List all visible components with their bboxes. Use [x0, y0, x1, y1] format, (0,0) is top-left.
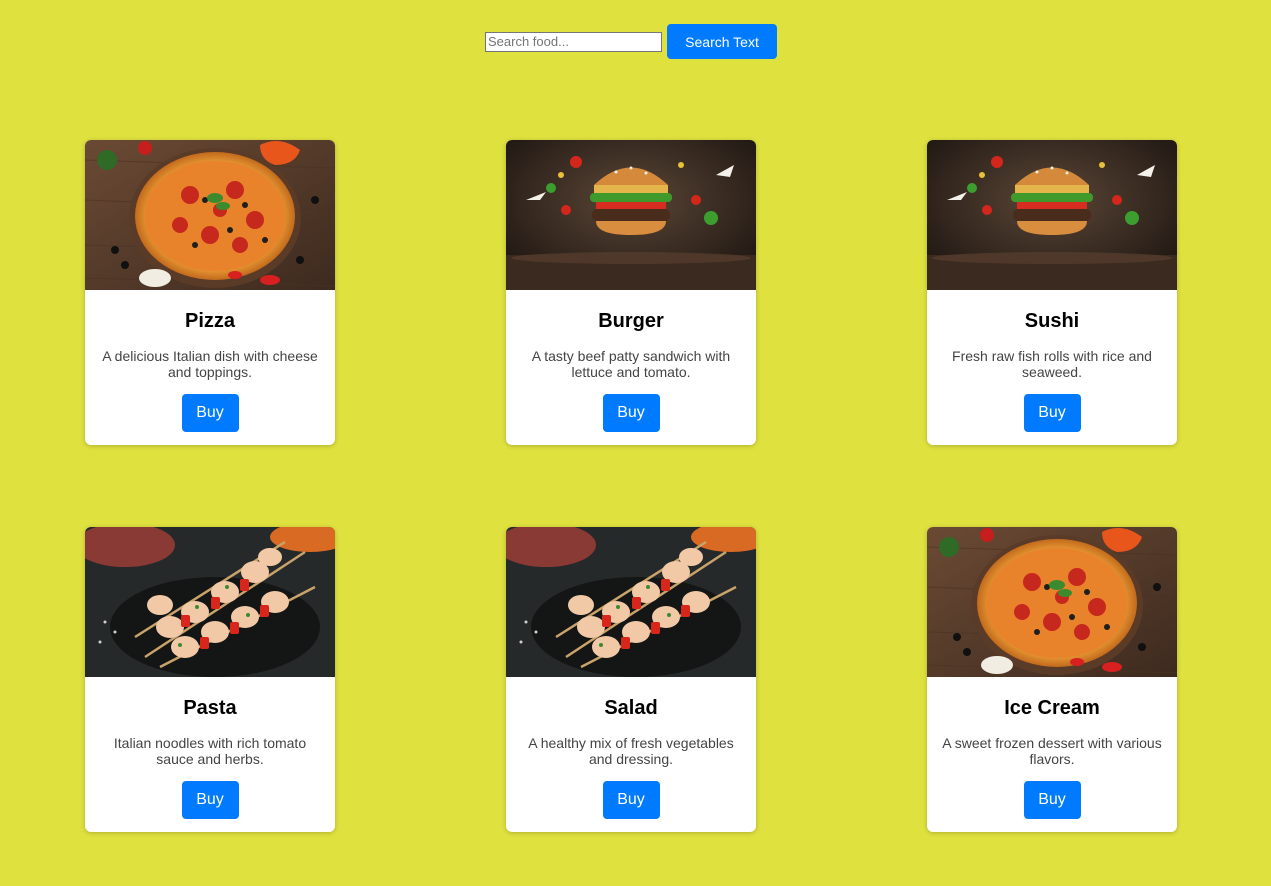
card-title: Salad	[604, 697, 658, 719]
food-card-sushi: Sushi Fresh raw fish rolls with rice and…	[927, 140, 1177, 445]
buy-button[interactable]: Buy	[1023, 394, 1081, 432]
card-description: Fresh raw fish rolls with rice and seawe…	[952, 348, 1152, 380]
card-title: Sushi	[1024, 310, 1080, 332]
card-description: A delicious Italian dish with cheese and…	[102, 348, 318, 380]
card-description: A healthy mix of fresh vegetables and dr…	[528, 735, 734, 767]
card-description: Italian noodles with rich tomato sauce a…	[113, 735, 307, 767]
food-card-pizza: Pizza A delicious Italian dish with chee…	[85, 140, 335, 445]
salad-image	[506, 527, 756, 677]
card-description: A sweet frozen dessert with various flav…	[942, 735, 1162, 767]
food-card-ice-cream: Ice Cream A sweet frozen dessert with va…	[927, 527, 1177, 832]
buy-button[interactable]: Buy	[602, 394, 660, 432]
food-card-pasta: Pasta Italian noodles with rich tomato s…	[85, 527, 335, 832]
buy-button[interactable]: Buy	[181, 781, 239, 819]
burger-image	[506, 140, 756, 290]
buy-button[interactable]: Buy	[181, 394, 239, 432]
pasta-image	[85, 527, 335, 677]
pizza-image	[85, 140, 335, 290]
food-card-grid: Pizza A delicious Italian dish with chee…	[0, 0, 1271, 886]
card-description: A tasty beef patty sandwich with lettuce…	[531, 348, 731, 380]
card-title: Ice Cream	[1004, 697, 1100, 719]
ice-cream-image	[927, 527, 1177, 677]
food-card-burger: Burger A tasty beef patty sandwich with …	[506, 140, 756, 445]
card-title: Pizza	[184, 310, 236, 332]
sushi-image	[927, 140, 1177, 290]
card-title: Pasta	[183, 697, 237, 719]
food-card-salad: Salad A healthy mix of fresh vegetables …	[506, 527, 756, 832]
buy-button[interactable]: Buy	[1023, 781, 1081, 819]
card-title: Burger	[598, 310, 664, 332]
buy-button[interactable]: Buy	[602, 781, 660, 819]
